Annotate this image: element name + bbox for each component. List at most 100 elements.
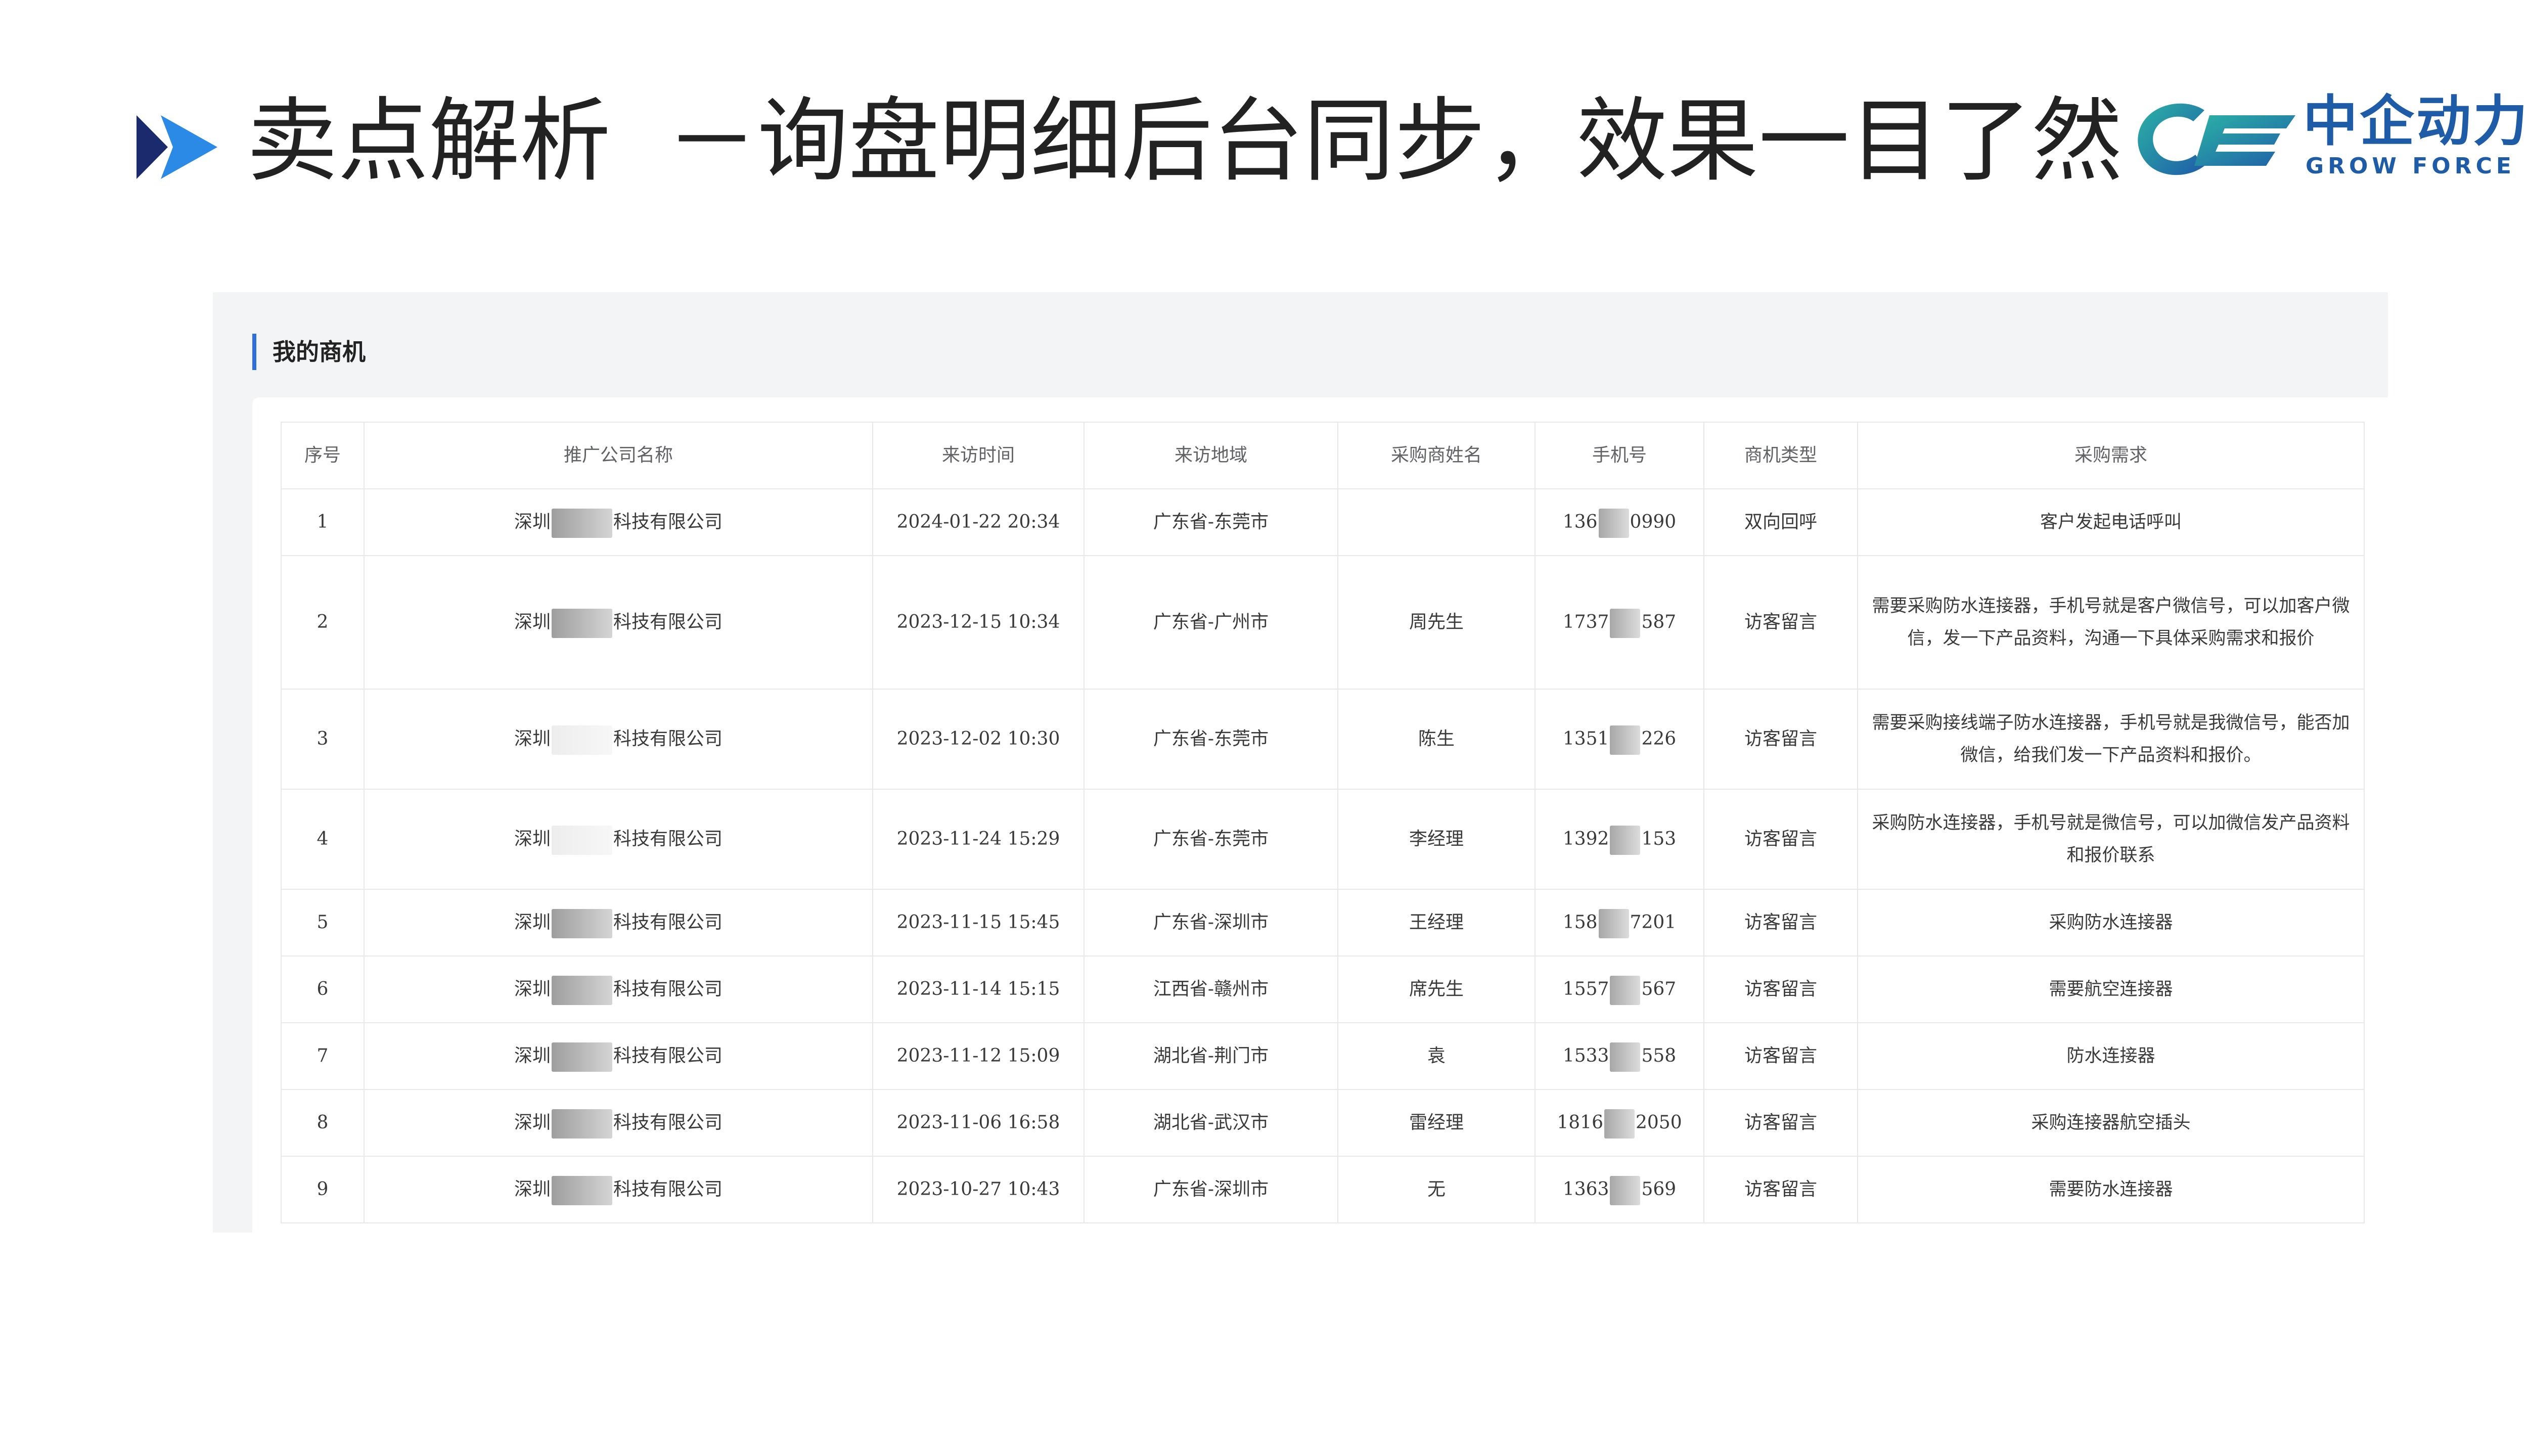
buyer-name: 周先生 (1337, 555, 1536, 690)
table-row[interactable]: 7 深圳 科技有限公司 2023-11-12 15:09 湖北省-荆门市 袁 15… (281, 1022, 2365, 1090)
company-prefix: 深圳 (514, 912, 551, 933)
company-suffix: 科技有限公司 (613, 729, 723, 749)
buyer-name: 王经理 (1337, 889, 1536, 957)
visit-time: 2024-01-22 20:34 (872, 488, 1085, 556)
visit-time: 2023-11-15 15:45 (872, 889, 1085, 957)
column-header[interactable]: 手机号 (1534, 422, 1704, 489)
company-suffix: 科技有限公司 (613, 512, 723, 532)
column-header[interactable]: 商机类型 (1703, 422, 1858, 489)
buyer-name: 李经理 (1337, 789, 1536, 890)
lead-type: 访客留言 (1703, 555, 1858, 690)
row-index: 7 (281, 1022, 365, 1090)
phone-prefix: 158 (1562, 912, 1598, 933)
lead-type: 访客留言 (1703, 789, 1858, 890)
phone-suffix: 569 (1641, 1179, 1677, 1200)
redaction-mask (552, 609, 612, 638)
table-row[interactable]: 9 深圳 科技有限公司 2023-10-27 10:43 广东省-深圳市 无 13… (281, 1156, 2365, 1223)
lead-type: 访客留言 (1703, 889, 1858, 957)
redaction-mask (1610, 725, 1641, 755)
company-cell: 深圳 科技有限公司 (364, 1022, 873, 1090)
company-prefix: 深圳 (514, 979, 551, 999)
company-cell: 深圳 科技有限公司 (364, 889, 873, 957)
phone-cell: 1557 567 (1534, 956, 1704, 1023)
visit-region: 湖北省-武汉市 (1084, 1089, 1338, 1157)
panel-body: 序号 推广公司名称 来访时间 来访地域 采购商姓名 手机号 商机类型 采购需求 … (252, 397, 2388, 1233)
column-header[interactable]: 采购需求 (1857, 422, 2365, 489)
company-prefix: 深圳 (514, 1045, 551, 1066)
visit-time: 2023-12-02 10:30 (872, 689, 1085, 790)
purchase-demand: 需要采购防水连接器，手机号就是客户微信号，可以加客户微信，发一下产品资料，沟通一… (1857, 555, 2365, 690)
row-index: 8 (281, 1089, 365, 1157)
ce-logo-icon (2138, 103, 2295, 175)
panel-title-accent (252, 334, 256, 370)
phone-suffix: 2050 (1636, 1112, 1682, 1133)
redaction-mask (1610, 1042, 1641, 1072)
company-prefix: 深圳 (514, 612, 551, 632)
row-index: 9 (281, 1156, 365, 1223)
table-row[interactable]: 5 深圳 科技有限公司 2023-11-15 15:45 广东省-深圳市 王经理 … (281, 889, 2365, 957)
purchase-demand: 采购防水连接器，手机号就是微信号，可以加微信发产品资料和报价联系 (1857, 789, 2365, 890)
table-row[interactable]: 4 深圳 科技有限公司 2023-11-24 15:29 广东省-东莞市 李经理 … (281, 789, 2365, 890)
redaction-mask (1610, 1176, 1641, 1205)
slide: 卖点解析 －询盘明细后台同步，效果一目了然 中企动力 GROW FORCE 我的商… (0, 0, 2528, 1456)
company-cell: 深圳 科技有限公司 (364, 789, 873, 890)
column-header[interactable]: 来访地域 (1084, 422, 1338, 489)
row-index: 3 (281, 689, 365, 790)
column-header[interactable]: 采购商姓名 (1337, 422, 1536, 489)
buyer-name: 席先生 (1337, 956, 1536, 1023)
company-suffix: 科技有限公司 (613, 979, 723, 999)
lead-type: 访客留言 (1703, 689, 1858, 790)
phone-cell: 1392 153 (1534, 789, 1704, 890)
table-row[interactable]: 8 深圳 科技有限公司 2023-11-06 16:58 湖北省-武汉市 雷经理 … (281, 1089, 2365, 1157)
lead-type: 访客留言 (1703, 956, 1858, 1023)
company-cell: 深圳 科技有限公司 (364, 1156, 873, 1223)
row-index: 5 (281, 889, 365, 957)
redaction-mask (1598, 509, 1629, 538)
phone-cell: 1363 569 (1534, 1156, 1704, 1223)
phone-suffix: 587 (1641, 612, 1677, 632)
phone-cell: 1816 2050 (1534, 1089, 1704, 1157)
redaction-mask (1610, 976, 1641, 1005)
double-arrow-icon (137, 115, 217, 179)
visit-region: 广东省-东莞市 (1084, 689, 1338, 790)
logo-text-en: GROW FORCE (2306, 153, 2515, 179)
purchase-demand: 需要航空连接器 (1857, 956, 2365, 1023)
column-header[interactable]: 推广公司名称 (364, 422, 873, 489)
company-logo: 中企动力 GROW FORCE (2129, 89, 2527, 190)
column-header[interactable]: 序号 (281, 422, 365, 489)
redaction-mask (552, 1042, 612, 1072)
redaction-mask (1610, 826, 1641, 855)
table-row[interactable]: 6 深圳 科技有限公司 2023-11-14 15:15 江西省-赣州市 席先生 … (281, 956, 2365, 1023)
company-suffix: 科技有限公司 (613, 612, 723, 632)
slide-title: 卖点解析 －询盘明细后台同步，效果一目了然 (247, 86, 2123, 197)
row-index: 4 (281, 789, 365, 890)
phone-suffix: 567 (1641, 979, 1677, 999)
visit-time: 2023-11-14 15:15 (872, 956, 1085, 1023)
company-suffix: 科技有限公司 (613, 1045, 723, 1066)
table-header-row: 序号 推广公司名称 来访时间 来访地域 采购商姓名 手机号 商机类型 采购需求 (281, 422, 2365, 489)
column-header[interactable]: 来访时间 (872, 422, 1085, 489)
table-row[interactable]: 1 深圳 科技有限公司 2024-01-22 20:34 广东省-东莞市 136 0… (281, 488, 2365, 556)
visit-time: 2023-12-15 10:34 (872, 555, 1085, 690)
phone-prefix: 136 (1562, 512, 1598, 532)
company-cell: 深圳 科技有限公司 (364, 488, 873, 556)
redaction-mask (552, 826, 612, 855)
table-row[interactable]: 2 深圳 科技有限公司 2023-12-15 10:34 广东省-广州市 周先生 … (281, 555, 2365, 690)
redaction-mask (552, 976, 612, 1005)
redaction-mask (1604, 1109, 1635, 1139)
phone-suffix: 7201 (1630, 912, 1677, 933)
logo-text-cn: 中企动力 (2303, 90, 2528, 153)
phone-prefix: 1363 (1562, 1179, 1609, 1200)
panel-header: 我的商机 (213, 292, 2388, 398)
visit-time: 2023-11-24 15:29 (872, 789, 1085, 890)
row-index: 2 (281, 555, 365, 690)
table-row[interactable]: 3 深圳 科技有限公司 2023-12-02 10:30 广东省-东莞市 陈生 1… (281, 689, 2365, 790)
buyer-name: 袁 (1337, 1022, 1536, 1090)
purchase-demand: 防水连接器 (1857, 1022, 2365, 1090)
phone-prefix: 1816 (1557, 1112, 1603, 1133)
visit-time: 2023-11-06 16:58 (872, 1089, 1085, 1157)
company-prefix: 深圳 (514, 1112, 551, 1133)
phone-cell: 1737 587 (1534, 555, 1704, 690)
phone-prefix: 1557 (1562, 979, 1609, 999)
purchase-demand: 采购连接器航空插头 (1857, 1089, 2365, 1157)
